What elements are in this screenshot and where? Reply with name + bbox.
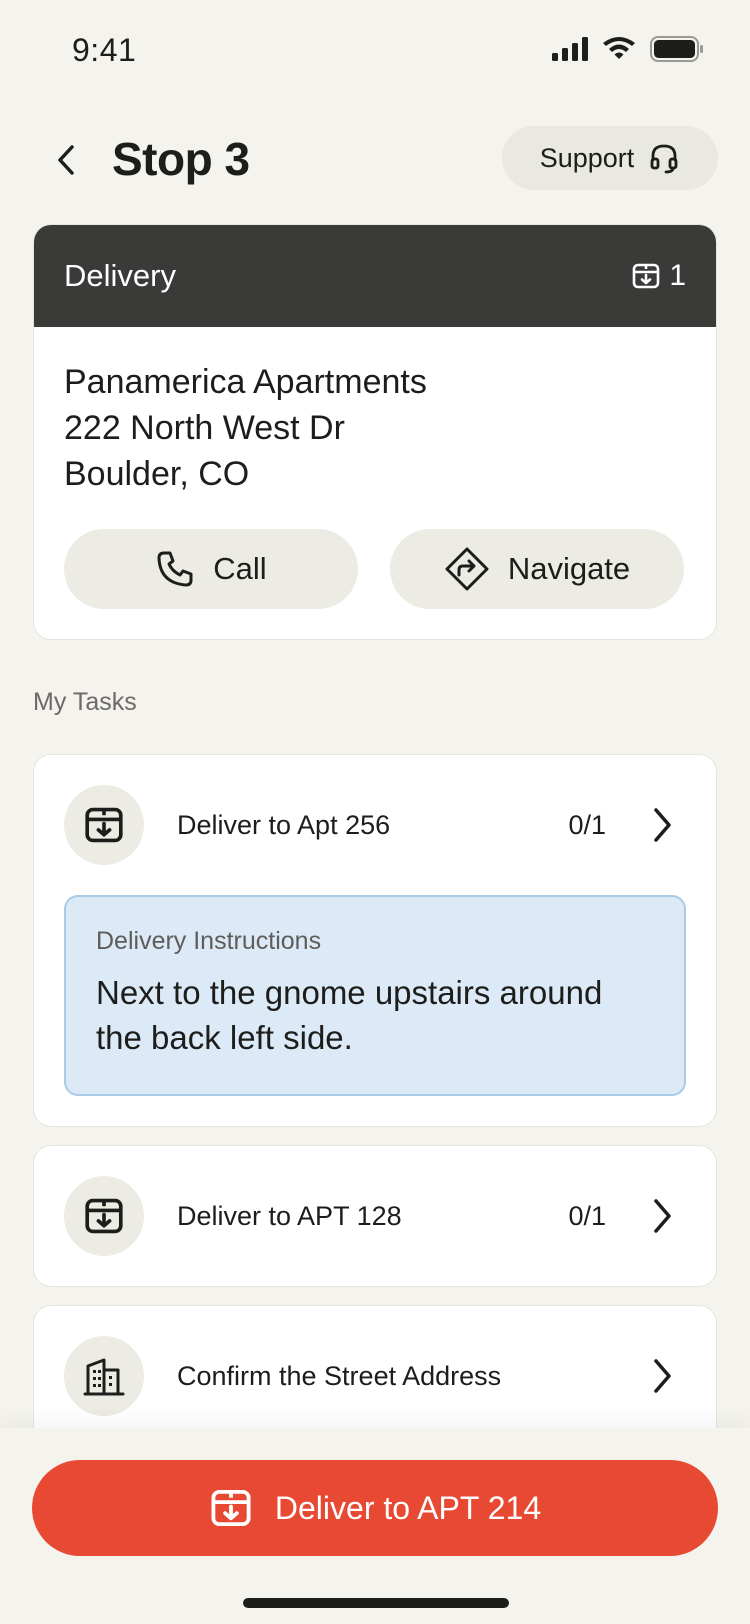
- package-download-icon: [85, 1198, 123, 1234]
- call-label: Call: [213, 551, 267, 586]
- delivery-instructions: Delivery Instructions Next to the gnome …: [64, 895, 686, 1096]
- task-row[interactable]: Confirm the Street Address: [34, 1306, 716, 1446]
- task-count: 0/1: [568, 1200, 606, 1231]
- headset-icon: [650, 144, 678, 174]
- task-card: Deliver to Apt 256 0/1 Delivery Instruct…: [33, 754, 717, 1127]
- my-tasks-heading: My Tasks: [33, 688, 137, 716]
- task-label: Deliver to APT 128: [177, 1200, 402, 1231]
- task-card: Deliver to APT 128 0/1: [33, 1145, 717, 1287]
- navigate-button[interactable]: Navigate: [390, 529, 684, 609]
- status-icons: [552, 36, 704, 62]
- task-label: Confirm the Street Address: [177, 1360, 502, 1391]
- task-label: Deliver to Apt 256: [177, 809, 391, 840]
- support-label: Support: [539, 142, 635, 173]
- instructions-text: Next to the gnome upstairs around the ba…: [96, 974, 603, 1056]
- call-button[interactable]: Call: [64, 529, 358, 609]
- stop-card: Delivery 1 Panamerica Apartments 222 Nor…: [33, 224, 717, 640]
- package-download-icon: [85, 807, 123, 843]
- stop-actions: Call Navigate: [64, 529, 684, 609]
- stop-card-header: Delivery 1: [34, 225, 716, 327]
- chevron-right-icon: [642, 1196, 682, 1236]
- directions-icon: [445, 547, 489, 591]
- chevron-right-icon: [642, 805, 682, 845]
- address-city: Boulder, CO: [64, 455, 250, 493]
- package-download-icon: [211, 1489, 251, 1527]
- signal-icon: [552, 37, 588, 61]
- task-icon-wrap: [64, 1336, 144, 1416]
- back-button[interactable]: [42, 136, 90, 184]
- package-count-value: 1: [669, 259, 686, 292]
- address-name: Panamerica Apartments: [64, 363, 427, 401]
- support-button[interactable]: Support: [502, 126, 718, 190]
- task-card: Confirm the Street Address: [33, 1305, 717, 1447]
- home-indicator: [243, 1598, 509, 1608]
- task-count: 0/1: [568, 809, 606, 840]
- package-download-icon: [633, 263, 660, 289]
- header: Stop 3 Support: [0, 120, 750, 200]
- status-bar: 9:41: [0, 0, 750, 104]
- instructions-label: Delivery Instructions: [96, 927, 322, 955]
- deliver-button-label: Deliver to APT 214: [274, 1489, 542, 1526]
- deliver-button[interactable]: Deliver to APT 214: [32, 1460, 718, 1556]
- phone-icon: [157, 551, 193, 587]
- task-icon-wrap: [64, 1176, 144, 1256]
- navigate-label: Navigate: [507, 551, 631, 586]
- task-icon-wrap: [64, 785, 144, 865]
- status-time: 9:41: [72, 32, 137, 68]
- building-icon: [83, 1358, 125, 1396]
- stop-address: Panamerica Apartments 222 North West Dr …: [34, 327, 716, 497]
- battery-icon: [650, 36, 703, 62]
- page-title: Stop 3: [112, 133, 250, 185]
- stop-type-label: Delivery: [64, 258, 176, 293]
- address-street: 222 North West Dr: [64, 409, 345, 447]
- chevron-right-icon: [642, 1356, 682, 1396]
- wifi-icon: [603, 37, 635, 59]
- chevron-left-icon: [58, 145, 74, 175]
- bottom-action-bar: Deliver to APT 214: [0, 1428, 750, 1624]
- package-count: 1: [631, 259, 686, 293]
- task-row[interactable]: Deliver to APT 128 0/1: [34, 1146, 716, 1286]
- task-row[interactable]: Deliver to Apt 256 0/1: [34, 755, 716, 895]
